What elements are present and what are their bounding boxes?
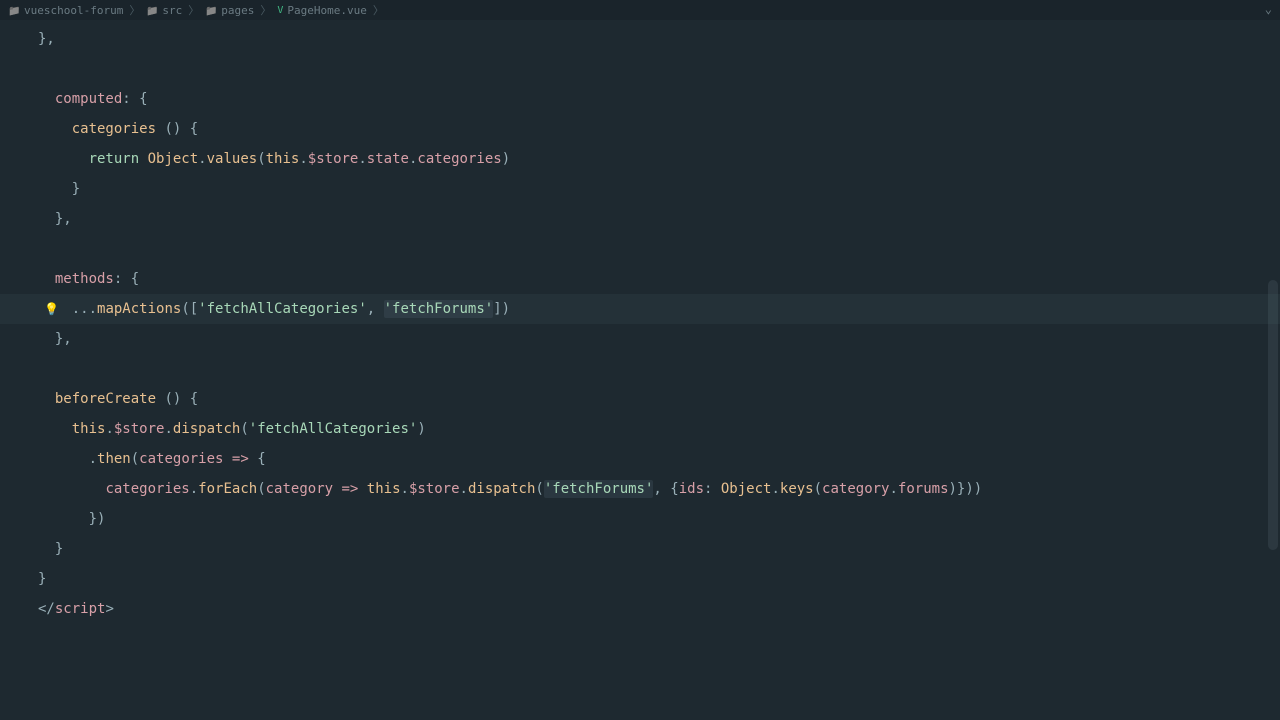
code-line: .then(categories => {: [0, 444, 1280, 474]
code-line-active: 💡 ...mapActions(['fetchAllCategories', '…: [0, 294, 1280, 324]
code-line: computed: {: [0, 84, 1280, 114]
breadcrumb-bar: vueschool-forum 〉 src 〉 pages 〉 V PageHo…: [0, 0, 1280, 20]
vue-file-icon: V: [277, 5, 283, 16]
code-line: }): [0, 504, 1280, 534]
chevron-right-icon: 〉: [260, 2, 271, 18]
code-line: methods: {: [0, 264, 1280, 294]
code-line: [0, 354, 1280, 384]
code-line: </script>: [0, 594, 1280, 624]
breadcrumb-item-src[interactable]: src: [146, 4, 182, 17]
code-line: categories () {: [0, 114, 1280, 144]
vertical-scrollbar[interactable]: [1268, 280, 1278, 550]
folder-icon: [146, 4, 158, 16]
code-line: return Object.values(this.$store.state.c…: [0, 144, 1280, 174]
breadcrumb-label: pages: [221, 4, 254, 17]
code-line: [0, 234, 1280, 264]
folder-icon: [205, 4, 217, 16]
code-line: beforeCreate () {: [0, 384, 1280, 414]
breadcrumb-label: PageHome.vue: [287, 4, 366, 17]
code-line: }: [0, 534, 1280, 564]
chevron-right-icon: 〉: [188, 2, 199, 18]
code-line: categories.forEach(category => this.$sto…: [0, 474, 1280, 504]
code-line: }: [0, 174, 1280, 204]
code-line: },: [0, 204, 1280, 234]
chevron-right-icon: 〉: [129, 2, 140, 18]
code-line: },: [0, 24, 1280, 54]
breadcrumb-label: vueschool-forum: [24, 4, 123, 17]
code-line: [0, 54, 1280, 84]
chevron-down-icon[interactable]: ⌄: [1265, 2, 1272, 16]
breadcrumb-item-pages[interactable]: pages: [205, 4, 254, 17]
chevron-right-icon: 〉: [373, 2, 384, 18]
breadcrumb-item-file[interactable]: V PageHome.vue: [277, 4, 367, 17]
lightbulb-icon[interactable]: 💡: [44, 294, 59, 324]
code-line: },: [0, 324, 1280, 354]
breadcrumb-item-project[interactable]: vueschool-forum: [8, 4, 123, 17]
code-editor[interactable]: }, computed: { categories () { return Ob…: [0, 20, 1280, 628]
breadcrumb-label: src: [162, 4, 182, 17]
code-line: this.$store.dispatch('fetchAllCategories…: [0, 414, 1280, 444]
code-line: }: [0, 564, 1280, 594]
folder-icon: [8, 4, 20, 16]
